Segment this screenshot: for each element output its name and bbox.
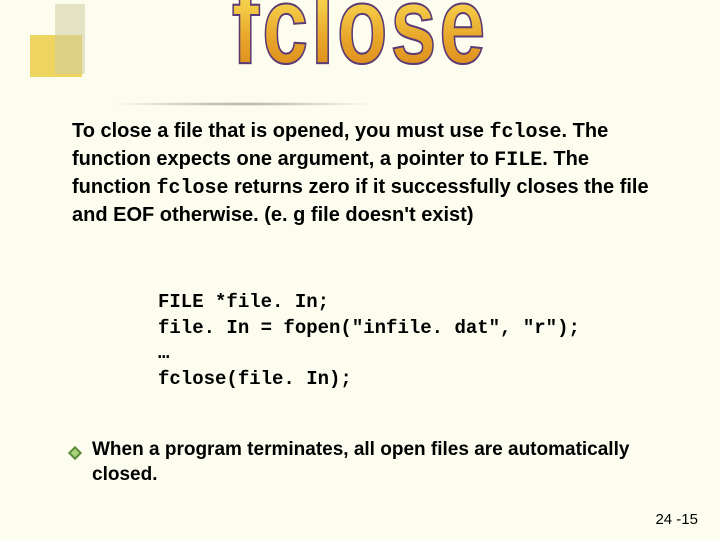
page-number: 24 -15 bbox=[655, 511, 698, 528]
slide-title: fclose bbox=[90, 0, 630, 89]
code-inline-file: FILE bbox=[494, 149, 542, 172]
text: To close a file that is opened, you must… bbox=[72, 120, 490, 142]
footer-paragraph: When a program terminates, all open file… bbox=[92, 438, 652, 487]
code-line: fclose(file. In); bbox=[158, 367, 580, 393]
code-block: FILE *file. In;file. In = fopen("infile.… bbox=[158, 290, 580, 393]
description-paragraph: To close a file that is opened, you must… bbox=[72, 118, 662, 229]
title-shadow bbox=[105, 102, 380, 106]
decor-rect-olive bbox=[55, 4, 85, 74]
code-line: FILE *file. In; bbox=[158, 290, 580, 316]
code-line: … bbox=[158, 341, 580, 367]
code-line: file. In = fopen("infile. dat", "r"); bbox=[158, 316, 580, 342]
bullet-icon bbox=[68, 446, 82, 460]
code-inline-fclose-2: fclose bbox=[156, 177, 228, 200]
code-inline-fclose: fclose bbox=[490, 121, 562, 144]
